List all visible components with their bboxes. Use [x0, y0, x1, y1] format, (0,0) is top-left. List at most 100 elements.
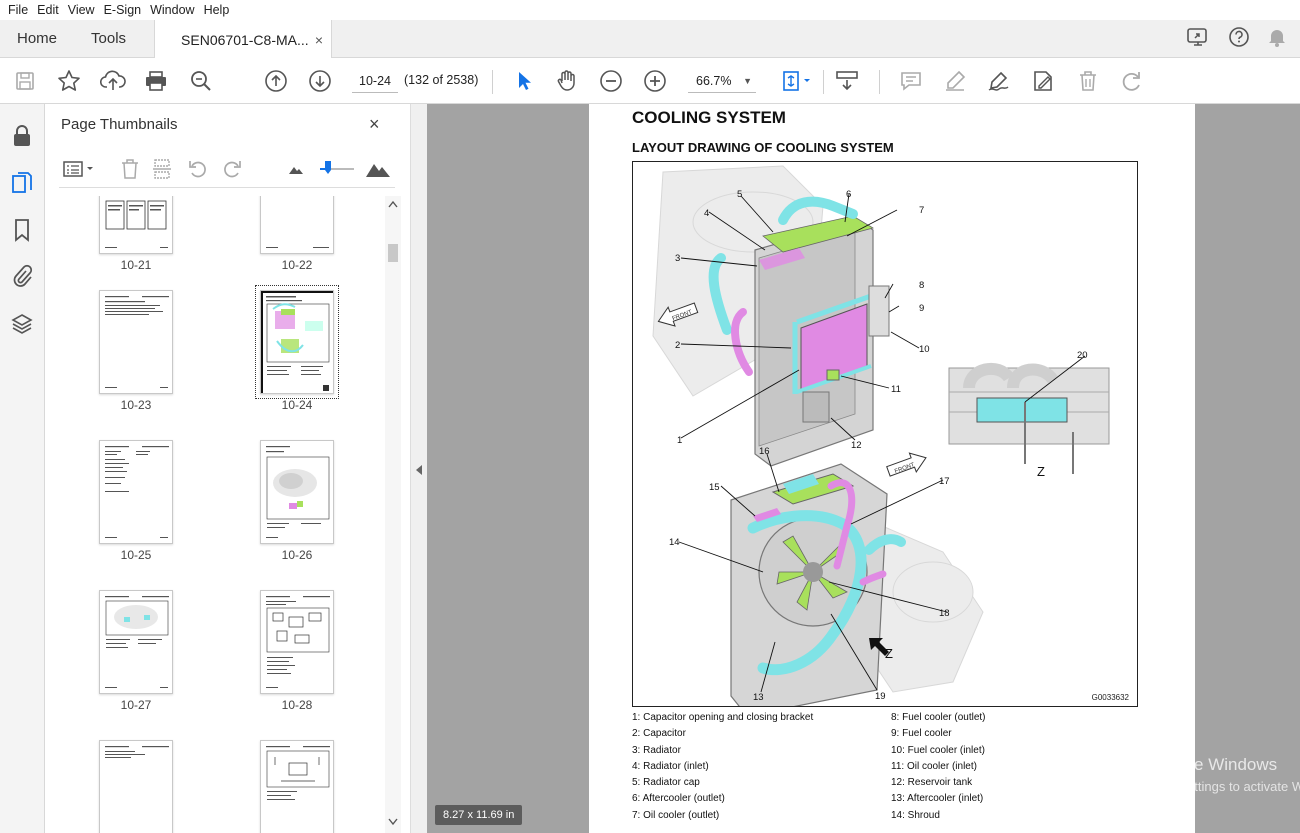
comment-icon[interactable]: [896, 66, 926, 96]
small-thumbnail-icon[interactable]: [283, 156, 309, 182]
cooling-system-illustration: FRONT FRONT Z Z 1 2 3 4 5 6 7 8 9 10 11 …: [652, 165, 1110, 706]
callout-6: 6: [846, 189, 851, 200]
legend-item: 3: Radiator: [632, 744, 681, 756]
callout-10: 10: [919, 344, 930, 355]
thumbnail-label: 10-27: [120, 698, 152, 712]
save-icon[interactable]: [10, 66, 40, 96]
thumbnail-scrollbar[interactable]: [385, 196, 401, 833]
menu-file[interactable]: File: [4, 3, 33, 17]
panel-collapse-handle[interactable]: [410, 104, 427, 833]
tab-document[interactable]: SEN06701-C8-MA... ×: [154, 20, 333, 59]
menu-esign[interactable]: E-Sign: [100, 3, 147, 17]
callout-19: 19: [875, 691, 886, 702]
share-screen-icon[interactable]: [1186, 26, 1210, 51]
legend-item: 8: Fuel cooler (outlet): [891, 712, 986, 723]
thumbnail-options-menu-icon[interactable]: [61, 156, 97, 182]
cooling-system-figure: FRONT FRONT Z Z 1 2 3 4 5 6 7 8 9 10 11 …: [632, 161, 1138, 707]
callout-1: 1: [677, 435, 682, 446]
legend-item: 14: Shroud: [891, 809, 940, 821]
callout-4: 4: [704, 208, 709, 219]
thumbnail-label: 10-28: [281, 698, 313, 712]
chevron-down-icon: ▼: [743, 75, 752, 86]
legend-column-right: 8: Fuel cooler (outlet) 9: Fuel cooler 1…: [891, 710, 986, 824]
layers-icon[interactable]: [8, 310, 36, 338]
thumbnail-image: [99, 740, 173, 833]
highlight-pen-icon[interactable]: [940, 66, 970, 96]
document-viewer[interactable]: COOLING SYSTEM LAYOUT DRAWING OF COOLING…: [427, 104, 1300, 833]
hand-tool-icon[interactable]: [552, 66, 582, 96]
main-toolbar: 10-24 (132 of 2538) 66.7% ▼: [0, 58, 1300, 104]
callout-16: 16: [759, 446, 770, 457]
scroll-up-chevron-icon[interactable]: [388, 200, 398, 211]
select-cursor-icon[interactable]: [509, 66, 539, 96]
thumbnail-page[interactable]: 10-21: [99, 196, 173, 272]
bookmark-icon[interactable]: [8, 216, 36, 244]
thumbnail-page[interactable]: 10-22: [260, 196, 334, 272]
previous-page-icon[interactable]: [261, 66, 291, 96]
thumbnail-image: [260, 590, 334, 694]
close-tab-icon[interactable]: ×: [315, 32, 323, 48]
help-icon[interactable]: [1228, 26, 1250, 51]
next-page-icon[interactable]: [305, 66, 335, 96]
large-thumbnail-icon[interactable]: [365, 156, 391, 182]
menu-view[interactable]: View: [64, 3, 100, 17]
close-panel-icon[interactable]: ×: [369, 114, 380, 135]
thumbnail-image: [260, 440, 334, 544]
tab-tools[interactable]: Tools: [74, 20, 143, 57]
thumbnail-size-slider[interactable]: [315, 156, 359, 182]
page-fit-icon[interactable]: [776, 66, 816, 96]
print-icon[interactable]: [141, 66, 171, 96]
thumbnail-page[interactable]: [260, 740, 334, 833]
thumbnail-label: 10-26: [281, 548, 313, 562]
edit-text-icon[interactable]: [1028, 66, 1058, 96]
thumbnail-page[interactable]: 10-26: [260, 440, 334, 562]
page-heading: COOLING SYSTEM: [632, 108, 786, 127]
thumbnail-page[interactable]: 10-23: [99, 290, 173, 412]
callout-13: 13: [753, 692, 764, 703]
legend-item: 9: Fuel cooler: [891, 728, 952, 740]
delete-page-icon[interactable]: [117, 156, 143, 182]
callout-15: 15: [709, 482, 720, 493]
redo-icon[interactable]: [1117, 66, 1147, 96]
menu-edit[interactable]: Edit: [33, 3, 64, 17]
menu-help[interactable]: Help: [200, 3, 235, 17]
extract-pages-icon[interactable]: [149, 156, 175, 182]
collapse-arrow-icon[interactable]: [415, 464, 423, 479]
page-count: (132 of 2538): [404, 73, 479, 87]
scroll-down-chevron-icon[interactable]: [388, 814, 398, 829]
legend-item: 4: Radiator (inlet): [632, 760, 709, 772]
callout-17: 17: [939, 476, 950, 487]
thumbnail-page[interactable]: [99, 740, 173, 833]
page-number-input[interactable]: 10-24: [352, 69, 398, 93]
scrollbar-thumb[interactable]: [388, 244, 398, 262]
document-tab-title: SEN06701-C8-MA...: [181, 31, 309, 48]
rotate-left-icon[interactable]: [185, 156, 211, 182]
pdf-page: COOLING SYSTEM LAYOUT DRAWING OF COOLING…: [589, 104, 1195, 833]
rotate-right-icon[interactable]: [219, 156, 245, 182]
thumbnail-label: 10-25: [120, 548, 152, 562]
thumbnail-page[interactable]: 10-27: [99, 590, 173, 712]
zoom-level-select[interactable]: 66.7% ▼: [688, 69, 756, 93]
callout-3: 3: [675, 253, 680, 264]
draw-pen-icon[interactable]: [984, 66, 1014, 96]
bookmark-star-icon[interactable]: [54, 66, 84, 96]
thumbnail-page[interactable]: 10-25: [99, 440, 173, 562]
scroll-mode-icon[interactable]: [832, 66, 862, 96]
page-thumbnails-icon[interactable]: [8, 169, 36, 197]
callout-11: 11: [891, 384, 901, 395]
tab-home[interactable]: Home: [0, 20, 74, 57]
lock-icon[interactable]: [8, 122, 36, 150]
thumbnail-page-selected[interactable]: 10-24: [255, 285, 339, 412]
zoom-in-icon[interactable]: [640, 66, 670, 96]
delete-trash-icon[interactable]: [1073, 66, 1103, 96]
thumbnail-label: 10-24: [281, 398, 313, 412]
attachment-paperclip-icon[interactable]: [8, 262, 36, 290]
upload-cloud-icon[interactable]: [98, 66, 128, 96]
watermark-subtitle: Go to Settings to activate Windows.: [1143, 779, 1300, 794]
notifications-bell-icon[interactable]: [1268, 27, 1286, 50]
zoom-out-icon[interactable]: [596, 66, 626, 96]
menu-window[interactable]: Window: [146, 3, 199, 17]
zoom-search-icon[interactable]: [186, 66, 216, 96]
thumbnail-page[interactable]: 10-28: [260, 590, 334, 712]
callout-7: 7: [919, 205, 924, 216]
